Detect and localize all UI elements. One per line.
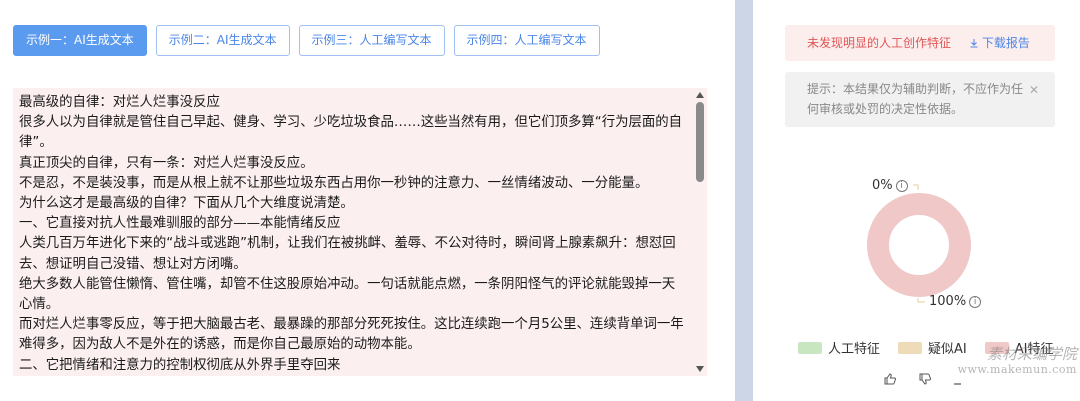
scrollbar[interactable] <box>693 88 707 376</box>
chart-label-1-text: 100% <box>929 294 967 309</box>
tab-example-3[interactable]: 示例三：人工编写文本 <box>298 25 445 56</box>
info-icon[interactable]: i <box>969 296 982 308</box>
tab-example-1[interactable]: 示例一：AI生成文本 <box>13 25 147 56</box>
text-line: 最高级的自律：对烂人烂事没反应 <box>19 95 220 110</box>
thumbs-up-icon[interactable] <box>883 372 897 390</box>
text-line: 绝大多数人能管住懒惰、管住嘴，却管不住这股原始冲动。一句话就能点燃，一条阴阳怪气… <box>19 276 676 313</box>
result-panel: 未发现明显的人工创作特征 下载报告 提示：本结果仅为辅助判断，不应作为任何审核或… <box>753 0 1080 401</box>
download-report-link[interactable]: 下载报告 <box>969 36 1030 50</box>
leader-line-ai <box>917 298 925 303</box>
result-message: 未发现明显的人工创作特征 <box>807 36 952 50</box>
text-content: 最高级的自律：对烂人烂事没反应 很多人以为自律就是管住自己早起、健身、学习、少吃… <box>19 93 687 376</box>
info-icon[interactable]: i <box>895 180 908 192</box>
scroll-up-arrow-icon[interactable] <box>696 92 704 98</box>
close-icon[interactable]: ✕ <box>1029 80 1039 100</box>
example-tabs: 示例一：AI生成文本 示例二：AI生成文本 示例三：人工编写文本 示例四：人工编… <box>13 25 600 56</box>
text-line: 很多人以为自律就是管住自己早起、健身、学习、少吃垃圾食品……这些当然有用，但它们… <box>19 115 683 151</box>
legend-label-human: 人工特征 <box>828 342 881 357</box>
donut-slice-ai[interactable] <box>867 193 971 297</box>
watermark: 素材采编学院 www.makemun.com <box>957 346 1077 378</box>
thumbs-down-icon[interactable] <box>918 372 932 390</box>
watermark-text: 素材采编学院 <box>986 345 1077 363</box>
text-line: 人类几百万年进化下来的“战斗或逃跑”机制，让我们在被挑衅、羞辱、不公对待时，瞬间… <box>19 236 676 272</box>
download-icon <box>970 39 978 48</box>
hint-box: 提示：本结果仅为辅助判断，不应作为任何审核或处罚的决定性依据。 ✕ <box>785 72 1055 127</box>
chart-label-0-text: 0% <box>872 178 893 193</box>
text-line: 真正顶尖的自律，只有一条：对烂人烂事没反应。 <box>19 155 314 171</box>
download-report-label: 下载报告 <box>981 36 1030 50</box>
scrollbar-thumb[interactable] <box>696 102 704 182</box>
chart-label-ai-percent: 100% i <box>929 294 982 309</box>
text-line: 为什么这才是最高级的自律？下面从几个大维度说清楚。 <box>19 196 354 212</box>
legend-swatch-human <box>798 341 822 354</box>
text-input-area[interactable]: 最高级的自律：对烂人烂事没反应 很多人以为自律就是管住自己早起、健身、学习、少吃… <box>13 88 707 376</box>
legend-item-human[interactable]: 人工特征 <box>798 338 880 357</box>
scroll-down-arrow-icon[interactable] <box>696 366 704 372</box>
donut-svg <box>867 184 971 303</box>
tab-example-4[interactable]: 示例四：人工编写文本 <box>453 25 600 56</box>
hint-text: 提示：本结果仅为辅助判断，不应作为任何审核或处罚的决定性依据。 <box>807 82 1024 116</box>
watermark-url: www.makemun.com <box>957 363 1077 376</box>
result-donut-chart: 0% i 100% i <box>753 165 1080 325</box>
copy-icon[interactable] <box>951 372 965 390</box>
panel-divider[interactable] <box>735 0 753 401</box>
page: 示例一：AI生成文本 示例二：AI生成文本 示例三：人工编写文本 示例四：人工编… <box>0 0 1080 401</box>
text-line: 二、它把情绪和注意力的控制权彻底从外界手里夺回来 <box>19 357 341 373</box>
chart-label-human-percent: 0% i <box>872 178 908 193</box>
legend-swatch-suspect-ai <box>898 341 923 354</box>
tab-example-2[interactable]: 示例二：AI生成文本 <box>155 25 290 56</box>
input-panel: 示例一：AI生成文本 示例二：AI生成文本 示例三：人工编写文本 示例四：人工编… <box>0 0 735 401</box>
result-alert: 未发现明显的人工创作特征 下载报告 <box>785 25 1055 61</box>
text-line: 一、它直接对抗人性最难驯服的部分——本能情绪反应 <box>19 216 341 232</box>
leader-line-human <box>913 184 919 190</box>
text-line: 不是忍，不是装没事，而是从根上就不让那些垃圾东西占用你一秒钟的注意力、一丝情绪波… <box>19 175 649 191</box>
text-line: 而对烂人烂事零反应，等于把大脑最古老、最暴躁的那部分死死按住。这比连续跑一个月5… <box>19 317 684 353</box>
